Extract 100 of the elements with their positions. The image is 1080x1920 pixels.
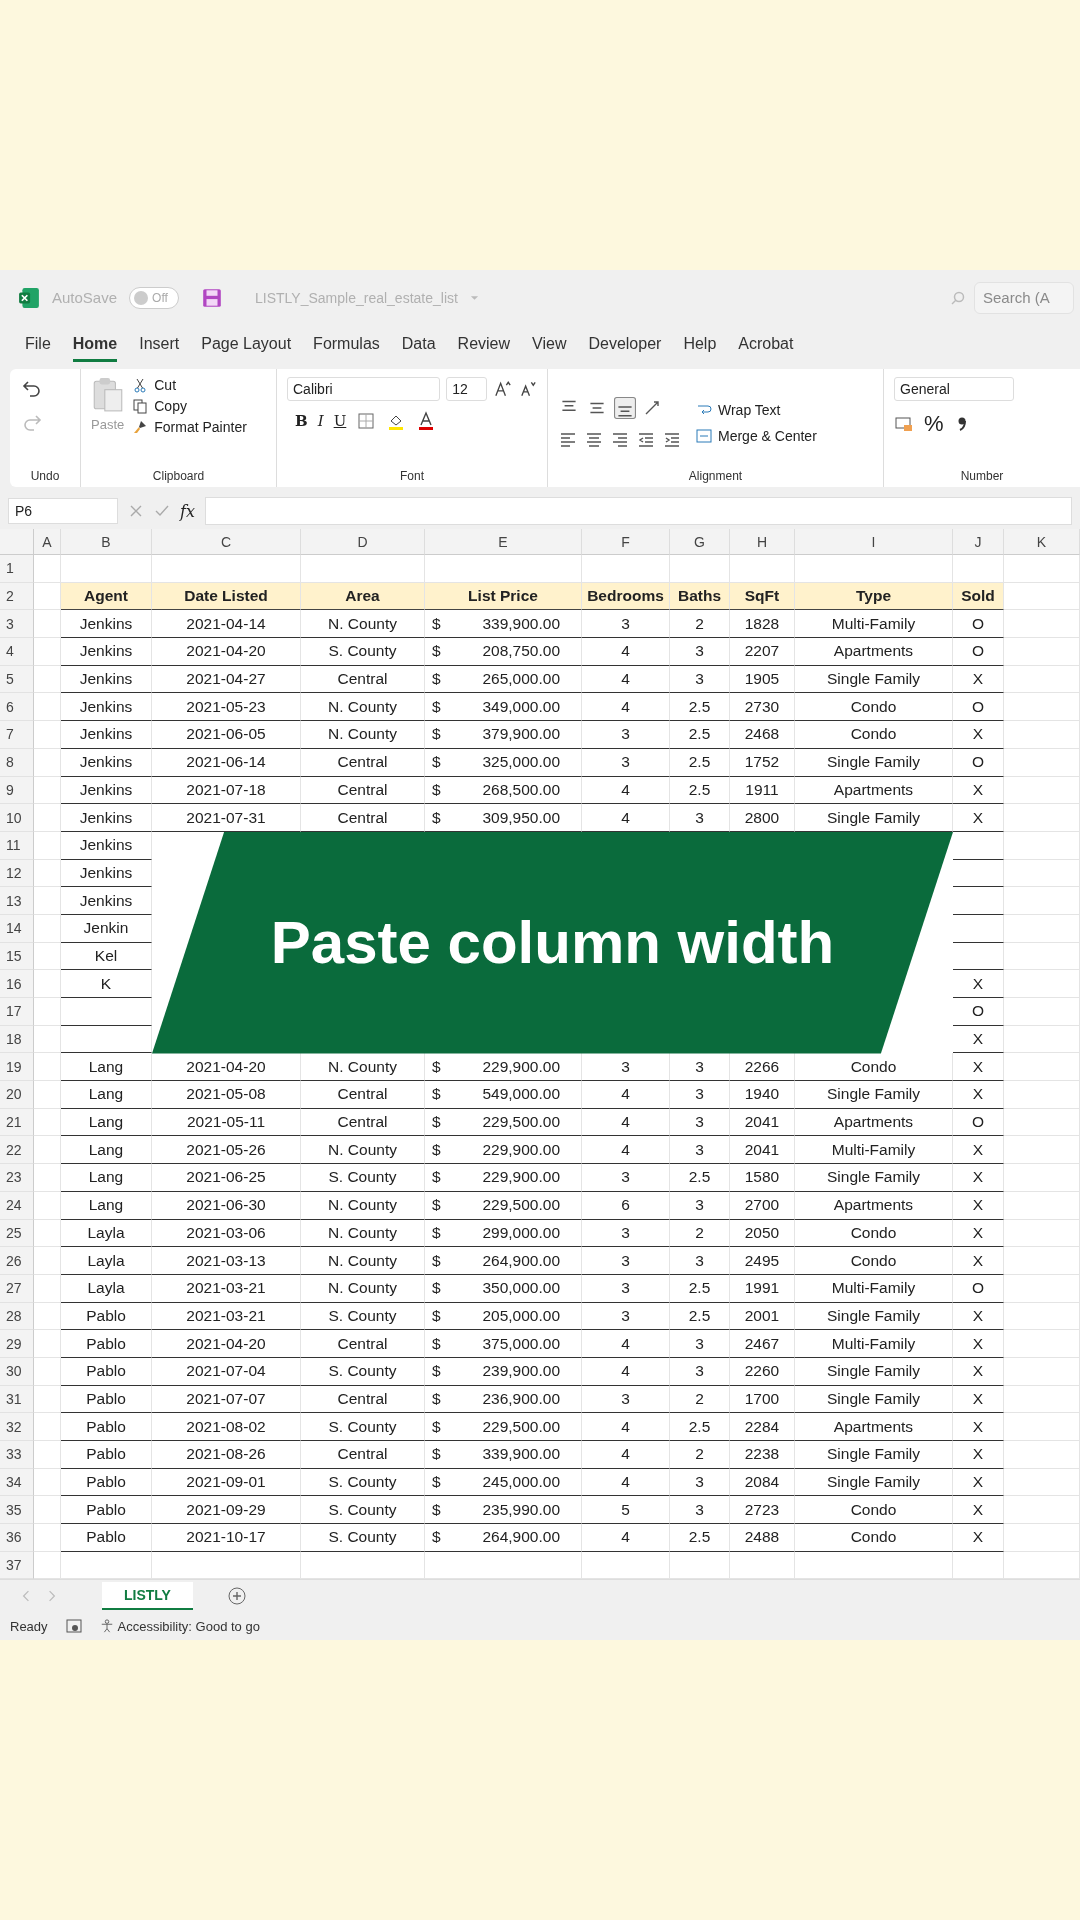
empty-cell[interactable] [1004,638,1080,666]
row-number[interactable]: 24 [0,1191,34,1220]
row-number[interactable]: 2 [0,582,34,611]
sheet-tab[interactable]: LISTLY [102,1582,193,1611]
scroll-right-icon[interactable] [46,1590,58,1603]
empty-cell[interactable] [1004,831,1080,860]
percent-button[interactable]: % [924,411,944,437]
empty-cell[interactable] [1004,1081,1080,1109]
italic-button[interactable]: I [317,412,324,430]
empty-cell[interactable] [1004,859,1080,888]
empty-cell[interactable] [1004,1330,1080,1358]
empty-cell[interactable] [34,1385,61,1414]
row-number[interactable]: 9 [0,776,34,805]
empty-cell[interactable] [953,942,1004,971]
column-letter[interactable]: B [61,529,152,555]
menu-tab[interactable]: Developer [588,328,662,362]
empty-cell[interactable] [1004,1496,1080,1525]
empty-cell[interactable] [1004,804,1080,832]
grow-font-icon[interactable] [492,379,512,399]
row-number[interactable]: 20 [0,1081,34,1109]
column-letter[interactable]: I [795,529,953,555]
empty-cell[interactable] [1004,1025,1080,1054]
row-number[interactable]: 18 [0,1025,34,1054]
column-letter[interactable]: F [582,529,670,555]
empty-cell[interactable] [1004,665,1080,694]
row-number[interactable]: 14 [0,914,34,943]
row-number[interactable]: 21 [0,1108,34,1137]
column-letter[interactable]: K [1004,529,1080,555]
empty-cell[interactable] [34,638,61,666]
bold-button[interactable]: B [295,412,308,430]
empty-cell[interactable] [34,1468,61,1497]
empty-cell[interactable] [34,1413,61,1441]
empty-cell[interactable] [34,1053,61,1082]
empty-cell[interactable] [34,693,61,722]
macro-record-icon[interactable] [65,1618,82,1635]
empty-cell[interactable] [34,1441,61,1469]
menu-tab[interactable]: Data [401,328,436,362]
empty-cell[interactable] [1004,748,1080,777]
row-number[interactable]: 30 [0,1357,34,1386]
merge-center-button[interactable]: Merge & Center [696,428,817,444]
empty-cell[interactable] [34,1081,61,1109]
row-number[interactable]: 1 [0,555,34,583]
menu-tab[interactable]: File [25,328,51,362]
accounting-format-icon[interactable] [894,414,914,434]
row-number[interactable]: 5 [0,665,34,694]
menu-tab[interactable]: Page Layout [201,328,292,362]
empty-cell[interactable] [34,1164,61,1192]
row-number[interactable]: 10 [0,804,34,832]
empty-cell[interactable] [34,1247,61,1275]
name-box[interactable]: P6 [8,498,118,524]
empty-cell[interactable] [670,555,730,583]
menu-tab[interactable]: Home [72,328,118,362]
empty-cell[interactable] [34,914,61,943]
accessibility-status[interactable]: Accessibility: Good to go [99,1618,260,1634]
column-letter[interactable]: E [425,529,582,555]
empty-cell[interactable] [152,555,301,583]
checkmark-icon[interactable] [154,503,170,519]
empty-cell[interactable] [34,998,61,1026]
row-number[interactable]: 28 [0,1302,34,1331]
vertical-align-icon[interactable] [614,397,636,419]
empty-cell[interactable] [1004,1524,1080,1552]
underline-button[interactable]: U [333,412,347,430]
empty-cell[interactable] [61,998,152,1026]
empty-cell[interactable] [1004,1385,1080,1414]
borders-icon[interactable] [356,411,377,431]
scroll-left-icon[interactable] [20,1590,32,1603]
row-number[interactable]: 16 [0,970,34,998]
row-number[interactable]: 35 [0,1496,34,1525]
empty-cell[interactable] [34,887,61,915]
row-number[interactable]: 22 [0,1136,34,1165]
empty-cell[interactable] [1004,1441,1080,1469]
empty-cell[interactable] [34,804,61,832]
menu-tab[interactable]: Formulas [313,328,380,362]
column-letter[interactable]: C [152,529,301,555]
row-number[interactable]: 23 [0,1164,34,1192]
row-number[interactable]: 37 [0,1551,34,1580]
row-number[interactable]: 6 [0,693,34,722]
cut-button[interactable]: Cut [132,377,247,393]
empty-cell[interactable] [953,887,1004,915]
empty-cell[interactable] [953,914,1004,943]
empty-cell[interactable] [953,555,1004,583]
empty-cell[interactable] [1004,555,1080,583]
row-number[interactable]: 36 [0,1524,34,1552]
search-field[interactable]: Search (A [974,281,1074,314]
row-number[interactable]: 32 [0,1413,34,1441]
row-number[interactable]: 34 [0,1468,34,1497]
font-name-dropdown[interactable]: Calibri [287,377,441,401]
empty-cell[interactable] [1004,693,1080,722]
empty-cell[interactable] [61,1025,152,1054]
empty-cell[interactable] [1004,1302,1080,1331]
copy-button[interactable]: Copy [132,398,247,414]
empty-cell[interactable] [1004,942,1080,971]
empty-cell[interactable] [1004,1247,1080,1275]
empty-cell[interactable] [1004,1468,1080,1497]
row-number[interactable]: 11 [0,831,34,860]
empty-cell[interactable] [953,859,1004,888]
empty-cell[interactable] [1004,914,1080,943]
empty-cell[interactable] [1004,776,1080,805]
column-letter[interactable]: D [301,529,425,555]
empty-cell[interactable] [1004,1413,1080,1441]
